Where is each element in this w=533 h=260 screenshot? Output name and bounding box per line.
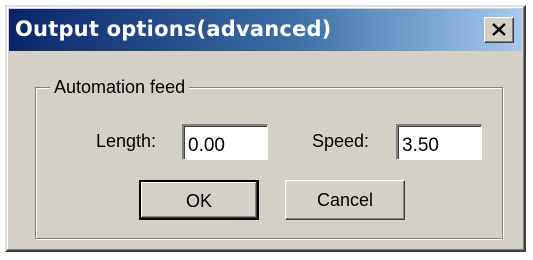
dialog-window: Output options(advanced) Automation feed…	[5, 5, 526, 252]
title-bar[interactable]: Output options(advanced)	[9, 9, 522, 51]
ok-button[interactable]: OK	[139, 180, 259, 220]
speed-input[interactable]	[396, 124, 482, 160]
close-icon	[492, 23, 506, 36]
cancel-button[interactable]: Cancel	[285, 180, 405, 220]
group-label: Automation feed	[50, 77, 190, 98]
length-label: Length:	[96, 131, 157, 151]
close-button[interactable]	[484, 17, 514, 43]
automation-feed-group	[35, 87, 503, 239]
window-title: Output options(advanced)	[15, 17, 332, 41]
speed-label: Speed:	[312, 131, 370, 151]
length-input[interactable]	[182, 124, 268, 160]
